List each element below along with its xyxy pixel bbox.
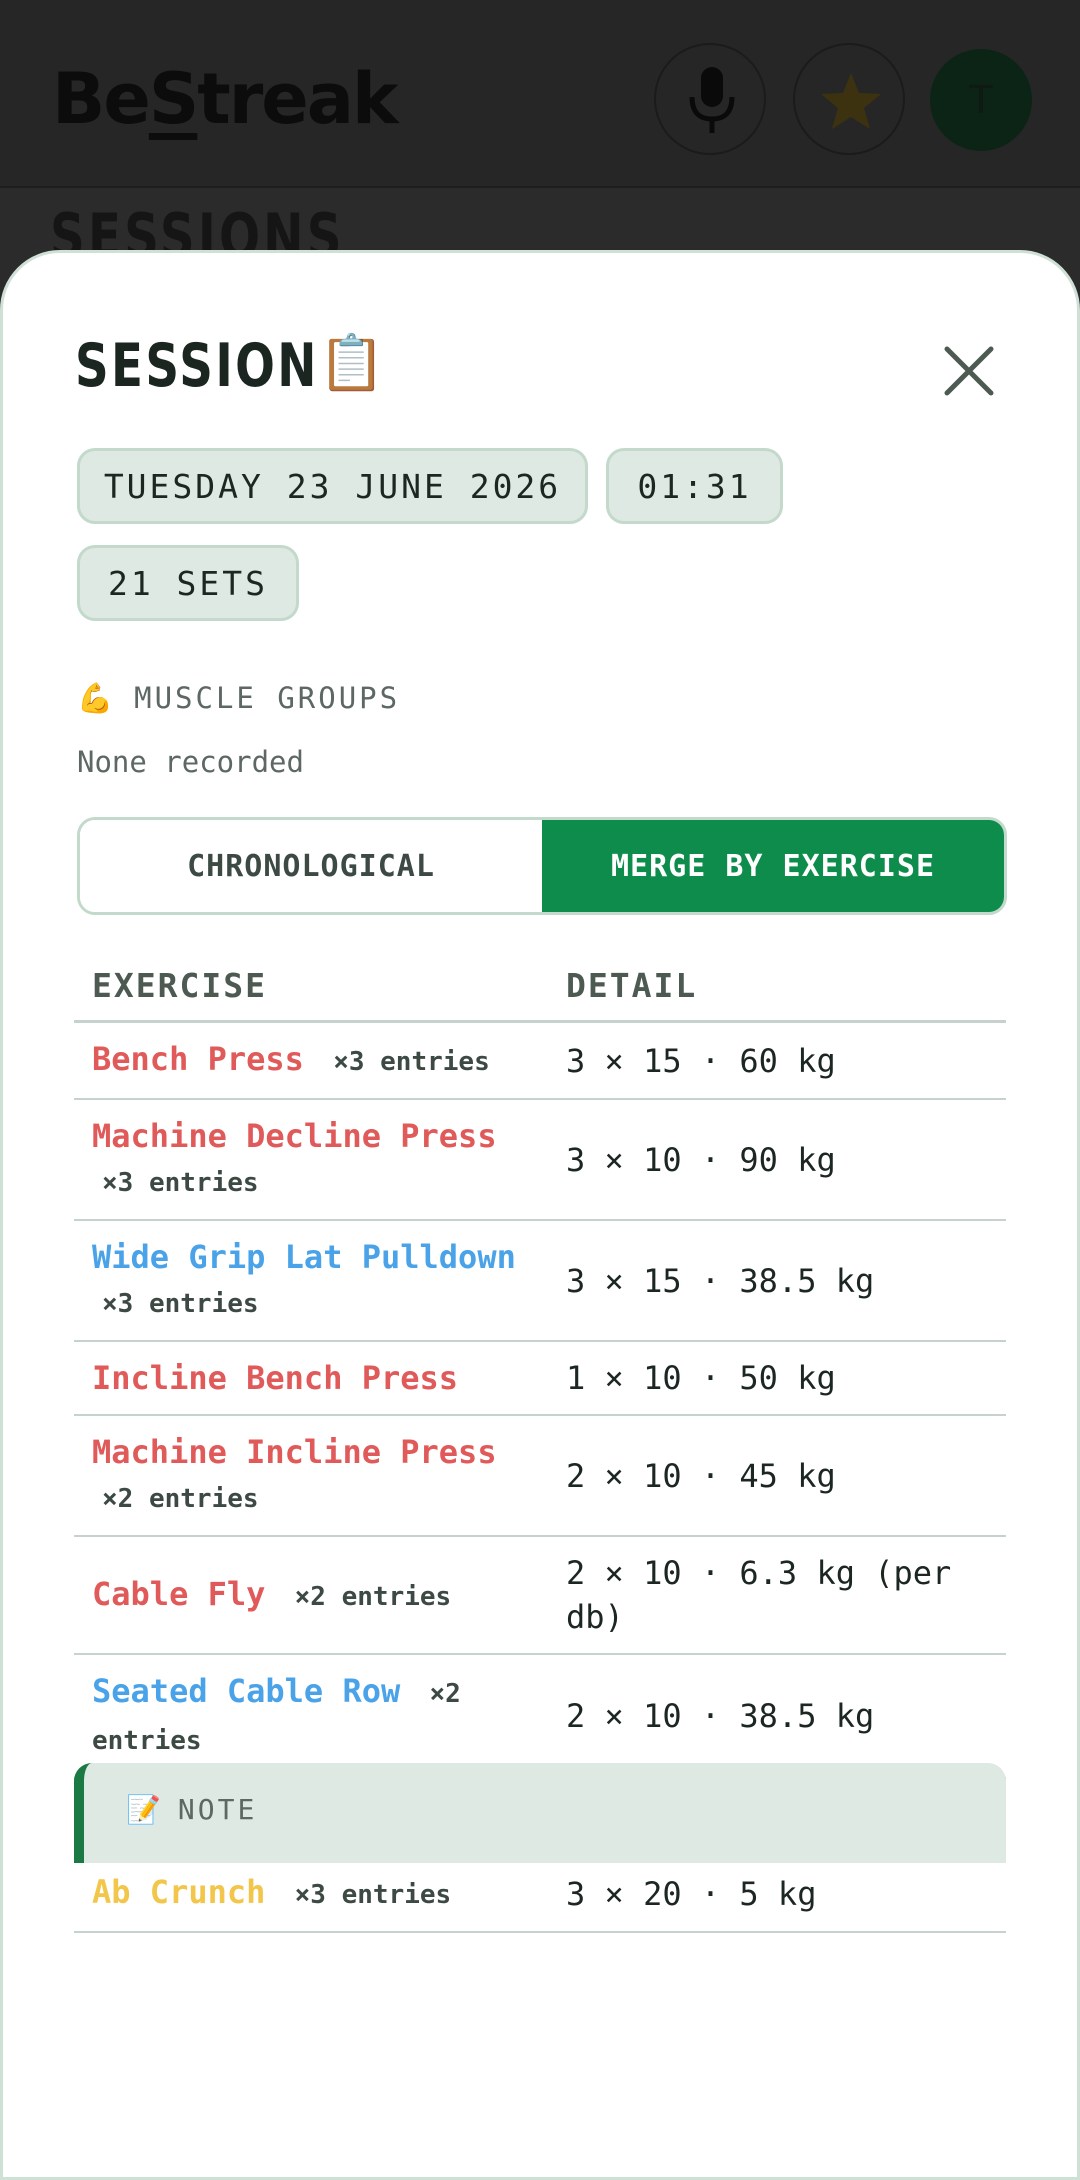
exercise-name[interactable]: Seated Cable Row [92,1672,400,1710]
table-row[interactable]: Machine Decline Press ×3 entries 3 × 10 ·… [74,1099,1006,1221]
clipboard-icon: 📋 [318,331,386,394]
chronological-toggle-button[interactable]: CHRONOLOGICAL [80,820,542,912]
entries-count: ×3 entries [102,1289,259,1319]
muscle-groups-label-text: MUSCLE GROUPS [134,681,401,715]
exercise-cell: Ab Crunch ×3 entries [74,1855,548,1933]
entries-count: ×3 entries [333,1047,490,1077]
avatar[interactable]: T [930,49,1032,151]
entries-count: ×3 entries [294,1880,452,1910]
entries-count: ×2 entries [102,1484,259,1514]
exercise-name[interactable]: Wide Grip Lat Pulldown [92,1238,516,1276]
table-header-row: EXERCISE DETAIL [74,950,1006,1023]
flexed-biceps-icon: 💪 [77,681,117,715]
exercise-detail: 1 × 10 · 50 kg [548,1341,1006,1416]
exercise-detail: 3 × 10 · 90 kg [548,1099,1006,1221]
merge-by-exercise-toggle-button[interactable]: MERGE BY EXERCISE [542,820,1004,912]
exercise-cell: Bench Press ×3 entries [74,1021,548,1100]
muscle-groups-value: None recorded [77,745,304,779]
voice-button[interactable] [654,43,766,155]
exercise-name[interactable]: Machine Incline Press [92,1433,497,1471]
session-date-chip: TUESDAY 23 JUNE 2026 [77,448,588,524]
exercise-column-header: EXERCISE [74,950,548,1023]
entries-count: ×3 entries [102,1168,259,1198]
exercise-cell: Machine Decline Press ×3 entries [74,1099,548,1221]
note-label-text: NOTE [177,1793,258,1826]
exercise-name[interactable]: Cable Fly [92,1575,265,1613]
exercise-cell: Incline Bench Press [74,1341,548,1416]
table-row[interactable]: Incline Bench Press 1 × 10 · 50 kg [74,1341,1006,1416]
table-row[interactable]: Seated Cable Row ×2 entries 2 × 10 · 38.5… [74,1654,1006,1779]
table-row[interactable]: Cable Fly ×2 entries 2 × 10 · 6.3 kg (per… [74,1536,1006,1655]
app-header: BeStreak T [0,0,1080,188]
memo-icon: 📝 [126,1793,164,1826]
close-icon[interactable] [941,343,997,399]
view-mode-toggle: CHRONOLOGICAL MERGE BY EXERCISE [77,817,1007,915]
note-card: 📝 NOTE [74,1763,1006,1863]
exercise-cell: Wide Grip Lat Pulldown ×3 entries [74,1220,548,1342]
note-label: 📝 NOTE [126,1793,257,1826]
table-row[interactable]: Ab Crunch ×3 entries 3 × 20 · 5 kg [74,1855,1006,1933]
exercise-detail: 3 × 20 · 5 kg [548,1855,1006,1933]
star-icon [821,73,881,129]
exercise-detail: 2 × 10 · 45 kg [548,1415,1006,1537]
logo-suffix: treak [197,58,398,140]
exercise-name[interactable]: Bench Press [92,1040,304,1078]
logo-prefix: Be [52,58,151,140]
exercise-name[interactable]: Ab Crunch [92,1873,265,1911]
entries-count: ×2 entries [294,1581,452,1612]
exercise-detail: 3 × 15 · 60 kg [548,1021,1006,1100]
exercise-cell: Machine Incline Press ×2 entries [74,1415,548,1537]
exercise-detail: 2 × 10 · 38.5 kg [548,1654,1006,1779]
exercise-cell: Seated Cable Row ×2 entries [74,1654,548,1779]
session-time-chip: 01:31 [606,448,783,524]
session-sets-chip: 21 SETS [77,545,299,621]
exercise-name[interactable]: Incline Bench Press [92,1359,458,1397]
exercise-cell: Cable Fly ×2 entries [74,1536,548,1655]
app-logo[interactable]: BeStreak [52,58,399,140]
favorites-button[interactable] [793,43,905,155]
table-row[interactable]: Bench Press ×3 entries 3 × 15 · 60 kg [74,1021,1006,1100]
mic-icon [689,67,735,133]
detail-column-header: DETAIL [548,950,1006,1023]
muscle-groups-label: 💪 MUSCLE GROUPS [77,681,400,716]
table-row[interactable]: Wide Grip Lat Pulldown ×3 entries 3 × 15 … [74,1220,1006,1342]
exercise-detail: 2 × 10 · 6.3 kg (per db) [548,1536,1006,1655]
exercise-detail: 3 × 15 · 38.5 kg [548,1220,1006,1342]
logo-underlined-letter: S [148,58,199,140]
sheet-title: SESSION [75,331,319,401]
exercise-name[interactable]: Machine Decline Press [92,1117,497,1155]
table-row[interactable]: Machine Incline Press ×2 entries 2 × 10 ·… [74,1415,1006,1537]
